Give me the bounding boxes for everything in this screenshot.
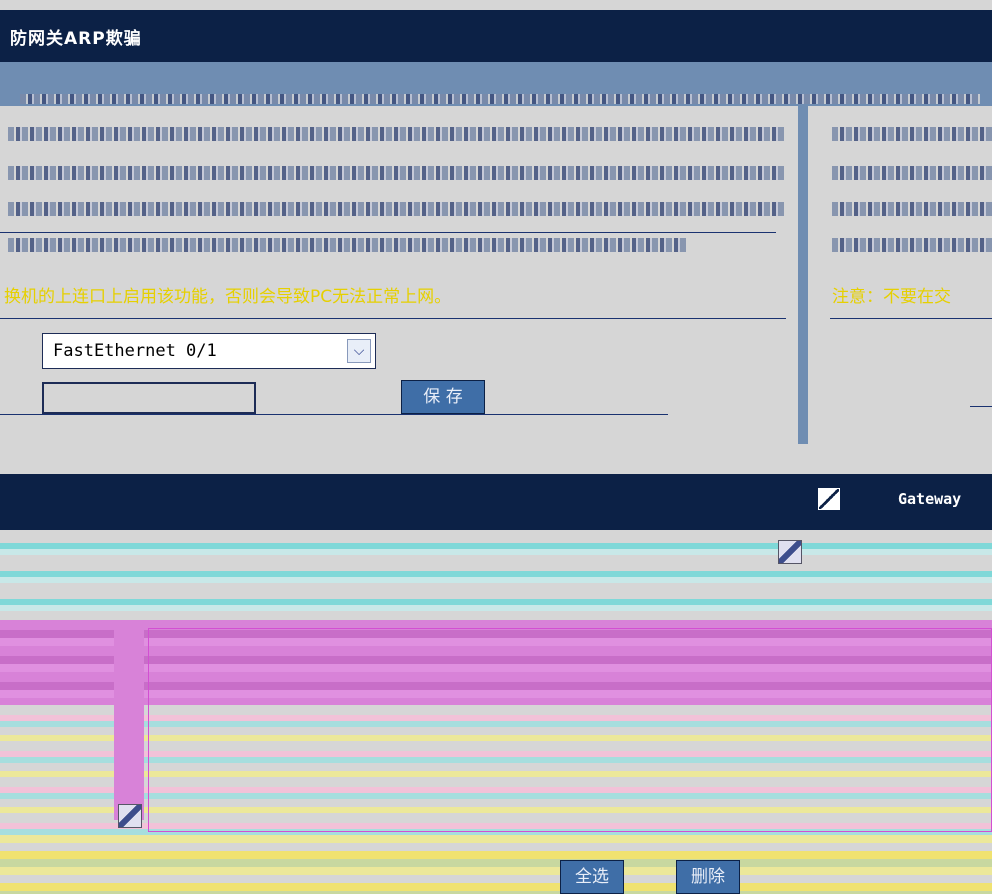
row-selector-column xyxy=(114,620,144,820)
divider-line xyxy=(0,318,786,319)
description-text-garbled xyxy=(20,94,980,104)
divider-line xyxy=(830,318,992,319)
right-description-line-1 xyxy=(832,127,992,141)
divider-line xyxy=(0,414,668,415)
right-description-line-2 xyxy=(832,166,992,180)
right-description-line-4 xyxy=(832,238,992,252)
gateway-input[interactable] xyxy=(42,382,256,414)
window-title: 防网关ARP欺骗 xyxy=(10,29,142,49)
right-config-panel xyxy=(808,106,992,442)
port-select[interactable]: FastEthernet 0/1 ⌵ xyxy=(42,333,376,369)
table-row xyxy=(0,835,992,894)
select-all-button[interactable]: 全选 xyxy=(560,860,624,894)
divider-line xyxy=(0,232,776,233)
description-header-band xyxy=(0,62,992,106)
table-header xyxy=(0,474,808,530)
port-select-value: FastEthernet 0/1 xyxy=(53,341,217,361)
window-titlebar: 防网关ARP欺骗 xyxy=(0,10,992,62)
warning-text: 换机的上连口上启用该功能，否则会导致PC无法正常上网。 xyxy=(4,287,452,307)
column-header-gateway: Gateway xyxy=(898,490,962,508)
save-button[interactable]: 保 存 xyxy=(401,380,485,414)
divider-line xyxy=(970,406,992,407)
row-checkbox-icon[interactable] xyxy=(778,540,802,564)
select-all-checkbox-icon[interactable] xyxy=(818,488,840,510)
description-line-3 xyxy=(8,202,784,216)
delete-button[interactable]: 删除 xyxy=(676,860,740,894)
panel-splitter xyxy=(798,106,808,444)
table-frame xyxy=(148,628,992,832)
description-line-4 xyxy=(8,238,688,252)
right-warning-text: 注意：不要在交 xyxy=(832,287,951,307)
row-checkbox-icon[interactable] xyxy=(118,804,142,828)
description-line-2 xyxy=(8,166,784,180)
right-description-line-3 xyxy=(832,202,992,216)
chevron-down-icon[interactable]: ⌵ xyxy=(347,339,371,363)
description-line-1 xyxy=(8,127,784,141)
table-rows-area xyxy=(0,535,992,620)
